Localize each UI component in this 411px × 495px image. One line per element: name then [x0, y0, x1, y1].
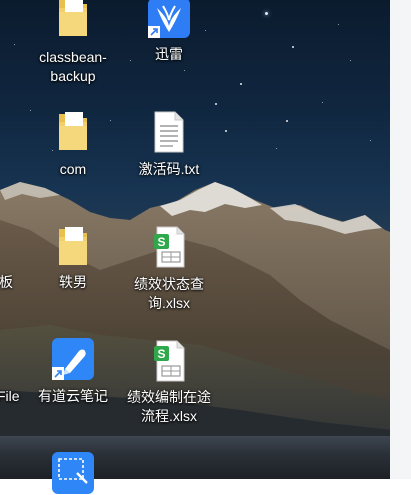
- desktop-icon-label: 激活码.txt: [138, 161, 200, 177]
- desktop-icon-label: 迅雷: [155, 46, 183, 62]
- desktop-icon-classbean-backup[interactable]: classbean- backup: [28, 0, 118, 90]
- desktop-icon-com[interactable]: com: [28, 110, 118, 180]
- desktop-icon-label: 绩效编制在途: [127, 389, 211, 405]
- desktop-icon-label: classbean-: [39, 49, 107, 65]
- desktop-icon-screenshot-tool[interactable]: [28, 451, 118, 494]
- svg-text:S: S: [157, 235, 165, 249]
- thunder-download-icon: [148, 0, 190, 38]
- desktop-icon-xunlei[interactable]: 迅雷: [124, 0, 214, 70]
- desktop-icon-youdao-note[interactable]: 有道云笔记: [28, 337, 118, 407]
- desktop-icon-label: 流程.xlsx: [141, 408, 197, 424]
- folder-icon: [59, 0, 87, 36]
- folder-icon: [59, 227, 87, 265]
- desktop-icon-label: 询.xlsx: [148, 295, 190, 311]
- desktop-icon-performance-status-xlsx[interactable]: S 绩效状态查 询.xlsx: [124, 225, 214, 315]
- spreadsheet-file-icon: S: [154, 226, 185, 268]
- desktop-icon-yinan[interactable]: 轶男: [28, 225, 118, 295]
- edge-label-truncated-1[interactable]: 板: [0, 273, 13, 292]
- desktop-icon-performance-workflow-xlsx[interactable]: S 绩效编制在途 流程.xlsx: [124, 339, 214, 429]
- window-edge: [390, 0, 411, 479]
- spreadsheet-file-icon: S: [154, 340, 185, 382]
- desktop-icon-activation-code-txt[interactable]: 激活码.txt: [124, 110, 214, 180]
- folder-icon: [59, 112, 87, 150]
- screenshot-tool-icon: [52, 452, 94, 494]
- desktop-icon-label: com: [59, 161, 87, 177]
- desktop-icon-label: 有道云笔记: [38, 388, 108, 404]
- desktop-icon-label: 轶男: [59, 274, 87, 290]
- desktop-icon-label: 绩效状态查: [134, 276, 204, 292]
- youdao-note-icon: [52, 338, 94, 380]
- edge-label-truncated-2[interactable]: File: [0, 387, 20, 406]
- svg-text:S: S: [157, 347, 165, 361]
- text-file-icon: [154, 111, 184, 153]
- desktop-icon-label: backup: [50, 68, 96, 84]
